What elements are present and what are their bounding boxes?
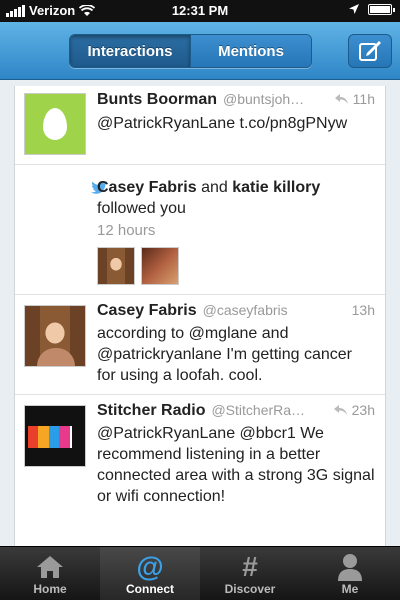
- segmented-control: Interactions Mentions: [69, 34, 312, 68]
- avatar[interactable]: [24, 93, 86, 155]
- at-sign-icon: @: [136, 551, 164, 582]
- tab-mentions[interactable]: Mentions: [190, 35, 311, 67]
- tab-label: Connect: [126, 582, 174, 596]
- reply-icon: [333, 405, 347, 415]
- tab-me[interactable]: Me: [300, 547, 400, 600]
- tweet-text: @PatrickRyanLane t.co/pn8gPNyw: [97, 115, 348, 132]
- tweet-author-handle: @caseyfabris: [202, 302, 288, 318]
- person-icon: [338, 554, 362, 581]
- egg-icon: [43, 108, 67, 140]
- follow-time: 12 hours: [97, 222, 156, 239]
- tweet-author-handle: @StitcherRa…: [211, 402, 306, 418]
- location-arrow-icon: [349, 4, 359, 14]
- follower-avatar[interactable]: [141, 247, 179, 285]
- tab-bar: Home @ Connect # Discover Me: [0, 546, 400, 600]
- tab-home[interactable]: Home: [0, 547, 100, 600]
- tab-label: Me: [341, 582, 359, 596]
- nav-bar: Interactions Mentions: [0, 22, 400, 80]
- tweet-author-name[interactable]: Casey Fabris: [97, 302, 197, 320]
- follower-name-2[interactable]: katie killory: [232, 179, 320, 196]
- home-icon: [37, 556, 63, 578]
- tweet-text: according to @mglane and @patrickryanlan…: [97, 325, 352, 384]
- battery-icon: [368, 3, 395, 15]
- avatar[interactable]: [24, 405, 86, 467]
- hashtag-icon: #: [242, 551, 258, 582]
- reply-icon: [334, 94, 348, 104]
- tweet-item[interactable]: Casey Fabris @caseyfabris 13h according …: [15, 295, 385, 395]
- follower-name-1[interactable]: Casey Fabris: [97, 179, 197, 196]
- tweet-time: 13h: [351, 302, 375, 318]
- compose-icon: [359, 41, 381, 61]
- tweet-text: @PatrickRyanLane @bbcr1 We recommend lis…: [97, 425, 375, 505]
- status-time: 12:31 PM: [171, 3, 229, 18]
- interactions-feed[interactable]: Bunts Boorman @buntsjoh… 11h @PatrickRya…: [14, 86, 386, 546]
- follow-connector: and: [201, 179, 228, 196]
- tweet-author-name[interactable]: Stitcher Radio: [97, 402, 205, 420]
- tweet-author-name[interactable]: Bunts Boorman: [97, 91, 217, 109]
- tab-interactions[interactable]: Interactions: [70, 35, 190, 67]
- status-bar: Verizon 12:31 PM: [0, 0, 400, 22]
- tweet-time: 11h: [352, 91, 375, 107]
- follow-action-text: followed you: [97, 200, 186, 217]
- tweet-author-handle: @buntsjoh…: [223, 91, 305, 107]
- tweet-item[interactable]: Bunts Boorman @buntsjoh… 11h @PatrickRya…: [15, 86, 385, 165]
- tab-label: Home: [33, 582, 67, 596]
- follower-avatar[interactable]: [97, 247, 135, 285]
- tab-discover[interactable]: # Discover: [200, 547, 300, 600]
- avatar[interactable]: [24, 305, 86, 367]
- tab-label: Discover: [224, 582, 276, 596]
- tweet-time: 23h: [351, 402, 375, 418]
- stitcher-logo: [28, 426, 83, 448]
- follow-notification[interactable]: Casey Fabris and katie killory followed …: [15, 165, 385, 295]
- tab-connect[interactable]: @ Connect: [100, 547, 200, 600]
- compose-button[interactable]: [348, 34, 392, 68]
- tweet-item[interactable]: Stitcher Radio @StitcherRa… 23h @Patrick…: [15, 395, 385, 535]
